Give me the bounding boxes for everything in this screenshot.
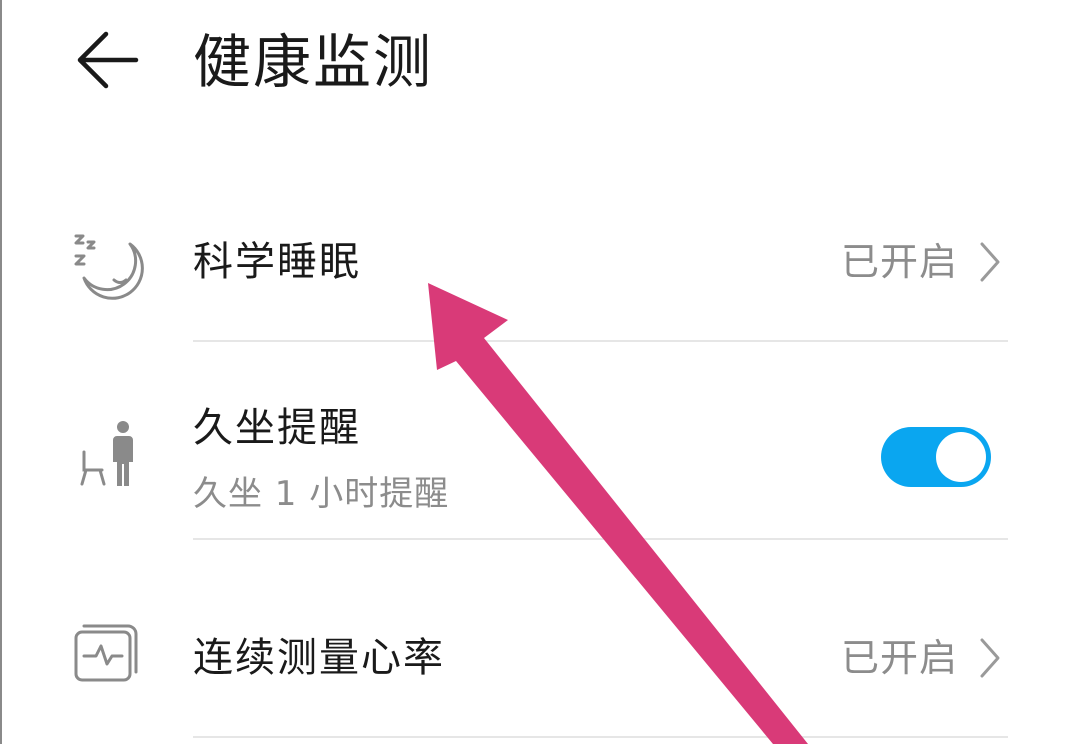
divider (193, 736, 1008, 738)
page-title: 健康监测 (193, 28, 434, 96)
row-title: 连续测量心率 (193, 635, 445, 681)
back-button[interactable] (70, 24, 150, 96)
status-text: 已开启 (840, 240, 958, 284)
row-title: 久坐提醒 (193, 405, 361, 451)
sedentary-reminder-toggle[interactable] (881, 427, 991, 487)
row-title: 科学睡眠 (193, 239, 361, 285)
sitting-person-icon (80, 421, 133, 486)
app-header: 健康监测 (0, 0, 1080, 130)
status-text: 已开启 (840, 636, 958, 680)
sleep-moon-icon (74, 234, 144, 300)
arrow-left-icon (77, 31, 139, 89)
heart-rate-monitor-icon (74, 624, 138, 682)
list-item-continuous-heart-rate[interactable]: 连续测量心率 已开启 (0, 540, 1080, 736)
row-subtitle: 久坐 1 小时提醒 (193, 474, 450, 514)
toggle-knob (936, 432, 986, 482)
chevron-right-icon (980, 242, 1000, 282)
list-item-scientific-sleep[interactable]: 科学睡眠 已开启 (0, 190, 1080, 342)
chevron-right-icon (980, 638, 1000, 678)
